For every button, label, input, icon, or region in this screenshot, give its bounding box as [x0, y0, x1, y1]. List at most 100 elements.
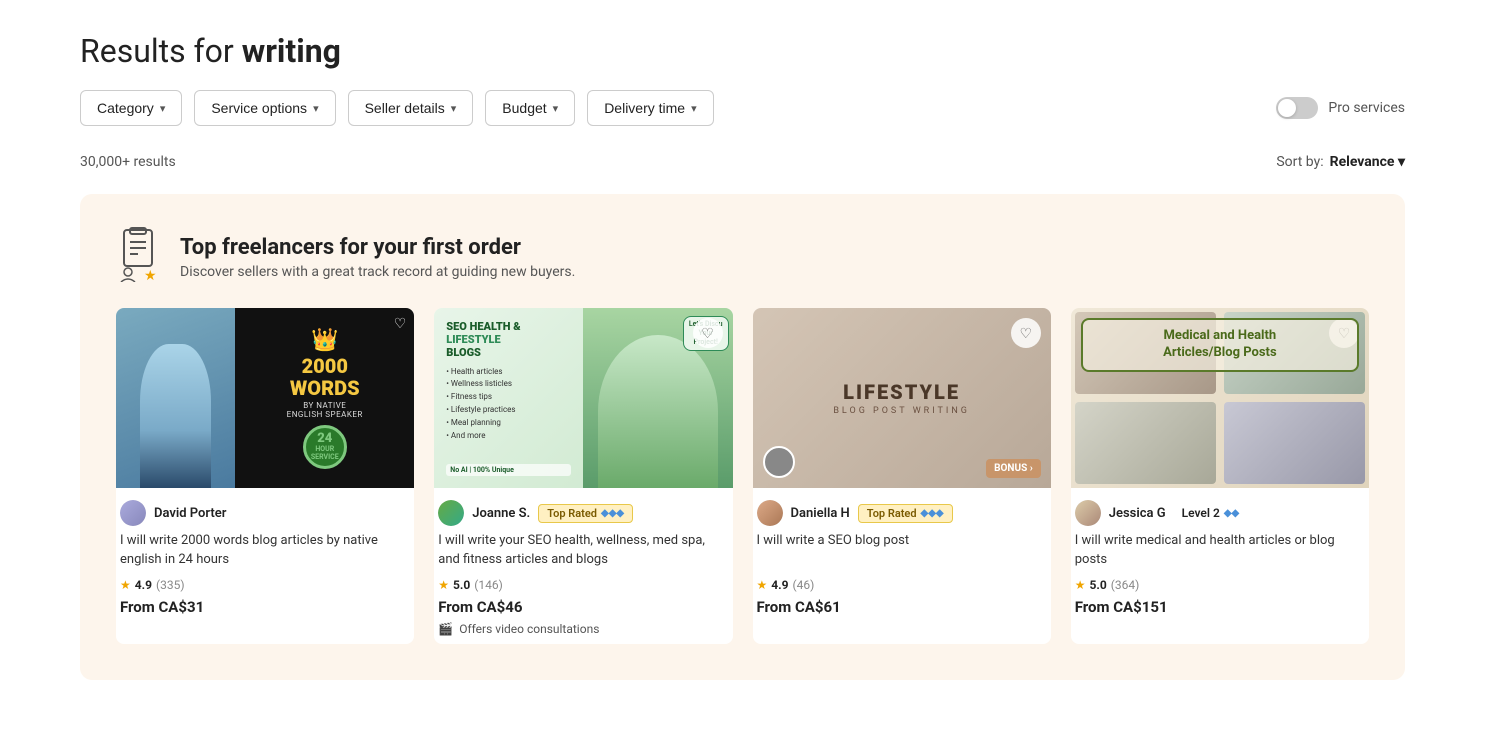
video-consult-row: 🎬 Offers video consultations [438, 622, 728, 636]
card-title-2: I will write your SEO health, wellness, … [438, 532, 728, 570]
chevron-down-icon: ▾ [451, 102, 457, 115]
seller-row-3: Daniella H Top Rated ◆◆◆ [757, 500, 1047, 526]
star-icon: ★ [757, 578, 768, 592]
sort-wrapper: Sort by: Relevance ▾ [1276, 154, 1405, 170]
toggle-thumb [1278, 99, 1296, 117]
price-1: From CA$31 [120, 598, 204, 616]
results-header: Results for writing Category ▾ Service o… [80, 32, 1405, 126]
chevron-down-icon: ▾ [1398, 154, 1405, 170]
filters-row: Category ▾ Service options ▾ Seller deta… [80, 90, 1405, 126]
rating-count-1: (335) [156, 578, 185, 592]
top-freelancers-banner: ★ Top freelancers for your first order D… [80, 194, 1405, 680]
banner-header: ★ Top freelancers for your first order D… [116, 226, 1369, 288]
card-title-3: I will write a SEO blog post [757, 532, 1047, 570]
price-4: From CA$151 [1075, 598, 1168, 616]
gig-card-2[interactable]: SEO HEALTH &LIFESTYLEBLOGS • Health arti… [434, 308, 732, 644]
filter-budget[interactable]: Budget ▾ [485, 90, 575, 126]
seller-name-4: Jessica G [1109, 506, 1166, 521]
seller-name-3: Daniella H [791, 506, 850, 521]
results-meta: 30,000+ results Sort by: Relevance ▾ [80, 154, 1405, 170]
price-2: From CA$46 [438, 598, 522, 616]
star-icon: ★ [438, 578, 449, 592]
seller-name-2: Joanne S. [472, 506, 530, 521]
seller-row-2: Joanne S. Top Rated ◆◆◆ [438, 500, 728, 526]
seller-name-1: David Porter [154, 506, 226, 521]
rating-count-2: (146) [474, 578, 503, 592]
star-icon: ★ [120, 578, 131, 592]
rating-row-1: ★ 4.9 (335) [120, 578, 410, 592]
card-title-4: I will write medical and health articles… [1075, 532, 1365, 570]
img3-avatar [763, 446, 795, 478]
video-icon: 🎬 [438, 622, 453, 636]
gig-card-4[interactable]: Medical and HealthArticles/Blog Posts ♡ … [1071, 308, 1369, 644]
card-image-2: SEO HEALTH &LIFESTYLEBLOGS • Health arti… [434, 308, 732, 488]
rating-value-3: 4.9 [771, 578, 788, 592]
banner-subtitle: Discover sellers with a great track reco… [180, 264, 575, 280]
img4-title-overlay: Medical and HealthArticles/Blog Posts [1081, 318, 1359, 372]
chevron-down-icon: ▾ [691, 102, 697, 115]
chevron-down-icon: ▾ [160, 102, 166, 115]
diamond-icon: ◆◆ [1224, 508, 1239, 519]
heart-button-3[interactable]: ♡ [1011, 318, 1041, 348]
card-title-1: I will write 2000 words blog articles by… [120, 532, 410, 570]
price-row-2: From CA$46 [438, 598, 728, 616]
diamond-icon: ◆◆◆ [921, 508, 944, 519]
pro-services-label: Pro services [1328, 100, 1405, 116]
card-body-3: Daniella H Top Rated ◆◆◆ I will write a … [753, 488, 1051, 624]
heart-icon: ♡ [394, 316, 407, 332]
filter-service-options[interactable]: Service options ▾ [194, 90, 335, 126]
price-row-1: From CA$31 [120, 598, 410, 616]
pro-services-toggle[interactable] [1276, 97, 1318, 119]
rating-value-2: 5.0 [453, 578, 470, 592]
avatar-2 [438, 500, 464, 526]
page-title: Results for writing [80, 32, 1405, 70]
card-photo-4 [1224, 402, 1365, 484]
card-img-right-1: 👑 2000WORDS by nativeenglish speaker 24 … [235, 308, 414, 488]
chevron-down-icon: ▾ [313, 102, 319, 115]
star-icon: ★ [1075, 578, 1086, 592]
sort-select[interactable]: Relevance ▾ [1330, 154, 1405, 170]
seller-row-1: David Porter [120, 500, 410, 526]
rating-count-3: (46) [793, 578, 815, 592]
heart-button-2[interactable]: ♡ [693, 318, 723, 348]
chevron-down-icon: ▾ [553, 102, 559, 115]
card-img-left-1 [116, 308, 235, 488]
banner-text-group: Top freelancers for your first order Dis… [180, 235, 575, 280]
seller-row-4: Jessica G Level 2 ◆◆ [1075, 500, 1365, 526]
card-body-1: David Porter I will write 2000 words blo… [116, 488, 414, 624]
avatar-3 [757, 500, 783, 526]
crown-icon: 👑 [311, 328, 338, 353]
diamond-icon: ◆◆◆ [601, 508, 624, 519]
rating-value-4: 5.0 [1090, 578, 1107, 592]
gig-card-1[interactable]: 👑 2000WORDS by nativeenglish speaker 24 … [116, 308, 414, 644]
card-image-3: LIFESTYLE BLOG POST WRITING BONUS › ♡ [753, 308, 1051, 488]
rating-row-4: ★ 5.0 (364) [1075, 578, 1365, 592]
price-row-3: From CA$61 [757, 598, 1047, 616]
card-image-1: 👑 2000WORDS by nativeenglish speaker 24 … [116, 308, 414, 488]
hours-badge: 24 HOURSERVICE [303, 425, 347, 469]
results-count: 30,000+ results [80, 154, 176, 170]
cards-row: 👑 2000WORDS by nativeenglish speaker 24 … [116, 308, 1369, 644]
svg-text:★: ★ [144, 268, 157, 282]
rating-row-3: ★ 4.9 (46) [757, 578, 1047, 592]
price-row-4: From CA$151 [1075, 598, 1365, 616]
avatar-1 [120, 500, 146, 526]
card-img-left-2: SEO HEALTH &LIFESTYLEBLOGS • Health arti… [434, 308, 583, 488]
banner-title: Top freelancers for your first order [180, 235, 575, 260]
card-body-2: Joanne S. Top Rated ◆◆◆ I will write you… [434, 488, 732, 644]
filter-seller-details[interactable]: Seller details ▾ [348, 90, 474, 126]
price-3: From CA$61 [757, 598, 841, 616]
card-body-4: Jessica G Level 2 ◆◆ I will write medica… [1071, 488, 1369, 624]
top-rated-badge-2: Top Rated ◆◆◆ [538, 504, 633, 523]
rating-row-2: ★ 5.0 (146) [438, 578, 728, 592]
gig-card-3[interactable]: LIFESTYLE BLOG POST WRITING BONUS › ♡ Da… [753, 308, 1051, 644]
card-image-4: Medical and HealthArticles/Blog Posts ♡ [1071, 308, 1369, 488]
img3-bonus-badge: BONUS › [986, 459, 1041, 478]
top-rated-badge-3: Top Rated ◆◆◆ [858, 504, 953, 523]
filter-category[interactable]: Category ▾ [80, 90, 182, 126]
freelancer-icon: ★ [116, 226, 164, 288]
rating-value-1: 4.9 [135, 578, 152, 592]
filter-delivery-time[interactable]: Delivery time ▾ [587, 90, 713, 126]
level2-badge: Level 2 ◆◆ [1174, 504, 1248, 522]
rating-count-4: (364) [1111, 578, 1140, 592]
